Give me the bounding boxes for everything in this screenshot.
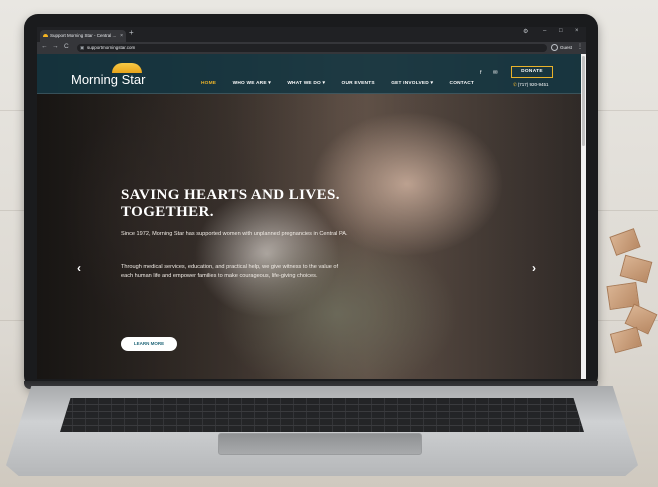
donate-button[interactable]: DONATE (511, 66, 553, 78)
reload-icon[interactable]: C (64, 43, 69, 50)
extension-icon[interactable]: ⚙ (523, 28, 528, 35)
slider-next-arrow-icon[interactable]: › (532, 261, 536, 275)
nav-contact[interactable]: CONTACT (450, 81, 475, 86)
facebook-icon[interactable]: f (480, 70, 482, 76)
maximize-button[interactable]: □ (559, 28, 563, 34)
wood-ornament (609, 228, 641, 256)
forward-arrow-icon[interactable]: → (52, 43, 59, 50)
laptop-screen: Support Morning Star - Central ... × + ⚙… (37, 27, 586, 379)
tab-title: Support Morning Star - Central ... (50, 33, 117, 38)
phone-number: (717) 920-9451 (517, 82, 549, 87)
hero-paragraph-2: Through medical services, education, and… (121, 264, 339, 279)
website-viewport: Morning Star HOME WHO WE ARE ▾ WHAT WE D… (37, 54, 586, 379)
nav-home[interactable]: HOME (201, 81, 216, 86)
scrollbar-thumb[interactable] (582, 56, 585, 146)
laptop-trackpad (218, 433, 422, 455)
url-text: supportmorningstar.com (87, 45, 136, 50)
profile-label: Guest (560, 45, 573, 50)
nav-our-events[interactable]: OUR EVENTS (342, 81, 375, 86)
new-tab-button[interactable]: + (129, 28, 134, 37)
slider-prev-arrow-icon[interactable]: ‹ (77, 261, 81, 275)
hero-title: Saving Hearts and Lives. Together. (121, 187, 340, 220)
email-icon[interactable]: ✉ (493, 70, 498, 76)
site-logo[interactable]: Morning Star (71, 72, 145, 87)
site-header: Morning Star HOME WHO WE ARE ▾ WHAT WE D… (37, 54, 581, 94)
learn-more-button[interactable]: LEARN MORE (121, 337, 177, 351)
profile-button[interactable]: Guest (551, 43, 572, 53)
address-bar[interactable]: ▣ supportmorningstar.com (77, 44, 547, 52)
back-arrow-icon[interactable]: ← (41, 43, 48, 50)
browser-tab[interactable]: Support Morning Star - Central ... × (40, 30, 126, 42)
phone-link[interactable]: ✆(717) 920-9451 (513, 82, 549, 88)
browser-toolbar: ← → C ▣ supportmorningstar.com Guest ⋮ (37, 42, 586, 54)
main-nav: HOME WHO WE ARE ▾ WHAT WE DO ▾ OUR EVENT… (201, 71, 486, 89)
close-window-button[interactable]: × (575, 28, 579, 34)
browser-tab-bar: Support Morning Star - Central ... × + ⚙… (37, 27, 586, 42)
phone-icon: ✆ (513, 82, 517, 87)
page-scrollbar[interactable] (581, 54, 586, 379)
nav-what-we-do[interactable]: WHAT WE DO ▾ (287, 81, 325, 86)
hero-paragraph-1: Since 1972, Morning Star has supported w… (121, 231, 348, 237)
nav-who-we-are[interactable]: WHO WE ARE ▾ (233, 81, 271, 86)
wood-ornament (609, 326, 643, 354)
wood-ornament (619, 254, 653, 284)
keyboard-rows (60, 398, 584, 432)
favicon-icon (43, 34, 48, 37)
minimize-button[interactable]: – (543, 28, 546, 34)
browser-menu-icon[interactable]: ⋮ (577, 43, 583, 50)
tab-close-icon[interactable]: × (120, 30, 123, 42)
nav-get-involved[interactable]: GET INVOLVED ▾ (391, 81, 433, 86)
lock-icon: ▣ (80, 45, 85, 50)
avatar-icon (551, 44, 558, 52)
